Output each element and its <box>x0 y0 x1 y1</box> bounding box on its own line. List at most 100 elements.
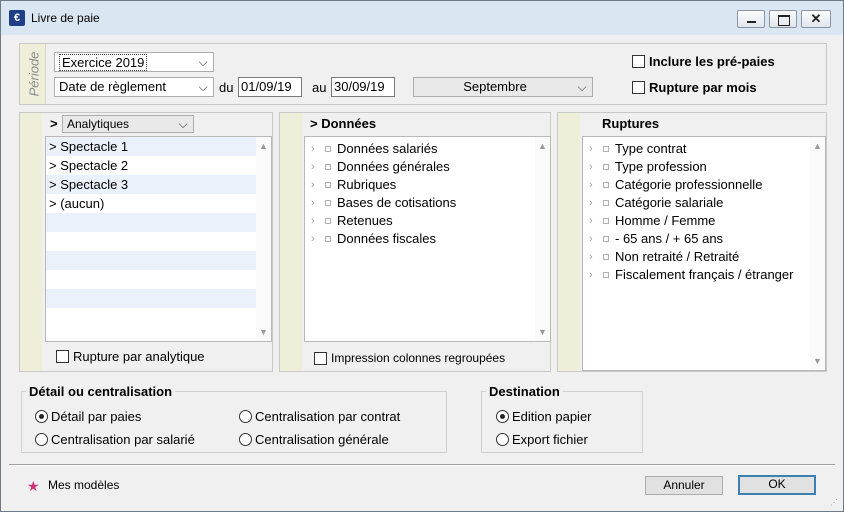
export-file-radio[interactable] <box>496 433 509 446</box>
expand-icon[interactable]: › <box>589 212 593 230</box>
tree-item[interactable]: › Fiscalement français / étranger <box>583 266 825 284</box>
expand-icon[interactable]: › <box>311 176 315 194</box>
date-to-input[interactable]: 30/09/19 <box>331 77 395 97</box>
tree-item[interactable]: › Rubriques <box>305 176 550 194</box>
data-scrollbar[interactable]: ▲ ▼ <box>535 137 550 341</box>
tree-item-label: Type profession <box>615 159 707 174</box>
breaks-tree[interactable]: › Type contrat › Type profession › Catégori… <box>582 136 826 371</box>
list-item-label: (aucun) <box>60 196 105 211</box>
expand-icon[interactable]: › <box>311 212 315 230</box>
tree-item[interactable]: › Type profession <box>583 158 825 176</box>
date-from-input[interactable]: 01/09/19 <box>238 77 302 97</box>
list-item[interactable]: > (aucun) <box>46 194 271 213</box>
date-type-select[interactable]: Date de règlement <box>54 77 214 97</box>
exercise-select[interactable]: Exercice 2019 <box>54 52 214 72</box>
ok-button[interactable]: OK <box>738 475 816 495</box>
list-item[interactable]: > Spectacle 1 <box>46 137 271 156</box>
node-icon <box>603 236 609 242</box>
expand-icon[interactable]: › <box>589 176 593 194</box>
date-type-value: Date de règlement <box>59 79 166 94</box>
expand-icon[interactable]: › <box>589 266 593 284</box>
tree-item[interactable]: › Données salariés <box>305 140 550 158</box>
tree-item[interactable]: › Homme / Femme <box>583 212 825 230</box>
analytics-list[interactable]: > Spectacle 1 > Spectacle 2 > Spectacle … <box>45 136 272 342</box>
star-icon[interactable]: ★ <box>27 478 40 495</box>
break-by-month-checkbox[interactable] <box>632 81 645 94</box>
expand-icon[interactable]: › <box>589 140 593 158</box>
node-icon <box>603 272 609 278</box>
tree-item-label: Données générales <box>337 159 450 174</box>
cancel-button[interactable]: Annuler <box>645 476 723 495</box>
list-item-label: Spectacle 2 <box>60 158 129 173</box>
print-paper-label: Edition papier <box>512 409 592 424</box>
breaks-strip <box>558 113 580 371</box>
expand-icon[interactable]: › <box>589 194 593 212</box>
list-item[interactable]: > Spectacle 2 <box>46 156 271 175</box>
scroll-down-icon[interactable]: ▼ <box>810 354 825 368</box>
analytics-strip <box>20 113 42 371</box>
detail-by-pay-radio[interactable] <box>35 410 48 423</box>
break-by-month-label: Rupture par mois <box>649 80 757 95</box>
tree-item[interactable]: › Retenues <box>305 212 550 230</box>
grouped-columns-checkbox[interactable] <box>314 352 327 365</box>
tree-item[interactable]: › Données fiscales <box>305 230 550 248</box>
maximize-button[interactable] <box>769 10 797 28</box>
close-button[interactable]: ✕ <box>801 10 831 28</box>
scroll-up-icon[interactable]: ▲ <box>256 139 271 153</box>
include-prepaid-checkbox[interactable] <box>632 55 645 68</box>
expand-icon[interactable]: › <box>589 248 593 266</box>
central-contract-radio[interactable] <box>239 410 252 423</box>
expand-icon[interactable]: › <box>311 140 315 158</box>
footer-separator <box>9 464 835 466</box>
break-analytics-checkbox[interactable] <box>56 350 69 363</box>
expand-icon[interactable]: › <box>589 230 593 248</box>
node-icon <box>603 146 609 152</box>
expand-icon[interactable]: › <box>311 158 315 176</box>
empty-row <box>46 251 271 270</box>
breaks-scrollbar[interactable]: ▲ ▼ <box>810 137 825 370</box>
scroll-up-icon[interactable]: ▲ <box>535 139 550 153</box>
tree-item-label: Catégorie salariale <box>615 195 724 210</box>
scroll-down-icon[interactable]: ▼ <box>256 325 271 339</box>
central-general-radio[interactable] <box>239 433 252 446</box>
maximize-icon <box>770 11 796 27</box>
tree-item[interactable]: › Données générales <box>305 158 550 176</box>
tree-item[interactable]: › Non retraité / Retraité <box>583 248 825 266</box>
data-panel: > Données › Données salariés › Données gén… <box>279 112 551 372</box>
month-select[interactable]: Septembre <box>413 77 593 97</box>
node-icon <box>603 182 609 188</box>
analytics-select[interactable]: Analytiques <box>62 115 194 133</box>
data-expand-icon[interactable]: > <box>310 116 318 131</box>
expand-icon[interactable]: › <box>589 158 593 176</box>
tree-item-label: Données fiscales <box>337 231 436 246</box>
print-paper-radio[interactable] <box>496 410 509 423</box>
scroll-up-icon[interactable]: ▲ <box>810 139 825 153</box>
my-models-link[interactable]: Mes modèles <box>48 478 119 492</box>
central-employee-radio[interactable] <box>35 433 48 446</box>
close-icon: ✕ <box>810 11 822 26</box>
analytics-expand-icon[interactable]: > <box>50 113 58 135</box>
grouped-columns-label: Impression colonnes regroupées <box>331 351 506 365</box>
analytics-panel: > Analytiques > Spectacle 1 > Spectacle … <box>19 112 273 372</box>
node-icon <box>603 200 609 206</box>
central-employee-label: Centralisation par salarié <box>51 432 195 447</box>
include-prepaid-label: Inclure les pré-paies <box>649 54 775 69</box>
analytics-scrollbar[interactable]: ▲ ▼ <box>256 137 271 341</box>
tree-item[interactable]: › Type contrat <box>583 140 825 158</box>
expand-icon[interactable]: › <box>311 194 315 212</box>
data-title-text: Données <box>321 116 377 131</box>
tree-item[interactable]: › Catégorie professionnelle <box>583 176 825 194</box>
tree-item[interactable]: › - 65 ans / + 65 ans <box>583 230 825 248</box>
list-item[interactable]: > Spectacle 3 <box>46 175 271 194</box>
data-tree[interactable]: › Données salariés › Données générales › Ru… <box>304 136 551 342</box>
chevron-down-icon <box>576 78 588 96</box>
scroll-down-icon[interactable]: ▼ <box>535 325 550 339</box>
expand-icon[interactable]: › <box>311 230 315 248</box>
node-icon <box>603 218 609 224</box>
tree-item[interactable]: › Bases de cotisations <box>305 194 550 212</box>
node-icon <box>325 200 331 206</box>
month-value: Septembre <box>463 79 527 94</box>
resize-grip-icon[interactable]: ⋰ <box>830 498 840 508</box>
tree-item[interactable]: › Catégorie salariale <box>583 194 825 212</box>
minimize-button[interactable] <box>737 10 765 28</box>
